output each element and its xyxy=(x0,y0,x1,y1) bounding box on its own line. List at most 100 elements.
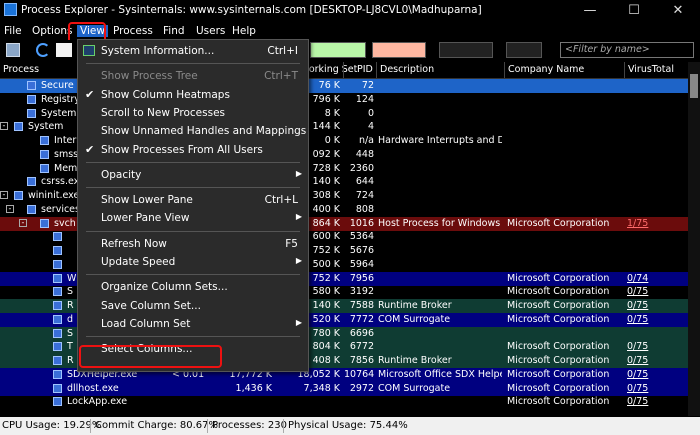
menu-item-show-lower-pane[interactable]: Show Lower Pane Ctrl+L xyxy=(78,191,308,209)
menu-help[interactable]: Help xyxy=(232,25,256,37)
menu-item-load-column-set[interactable]: Load Column Set ▶ xyxy=(78,315,308,333)
virustotal-cell[interactable]: 0/75 xyxy=(627,396,685,407)
menu-item-scroll-to-new-processes[interactable]: Scroll to New Processes xyxy=(78,104,308,122)
virustotal-cell[interactable]: 1/75 xyxy=(627,218,685,229)
process-icon xyxy=(53,314,62,324)
menu-item-update-speed[interactable]: Update Speed ▶ xyxy=(78,253,308,271)
menu-item-save-column-set[interactable]: Save Column Set... xyxy=(78,297,308,315)
menu-item-organize-column-sets[interactable]: Organize Column Sets... xyxy=(78,278,308,296)
menu-item-show-unnamed-handles-and-mappings[interactable]: Show Unnamed Handles and Mappings xyxy=(78,122,308,140)
pid-cell: 6696 xyxy=(349,327,374,339)
menu-item-label: Load Column Set xyxy=(101,317,191,330)
virustotal-cell[interactable]: 0/75 xyxy=(627,355,685,366)
virustotal-cell[interactable]: 0/75 xyxy=(627,341,685,352)
menu-separator xyxy=(86,187,300,189)
description-cell: Runtime Broker xyxy=(378,300,452,311)
menu-item-lower-pane-view[interactable]: Lower Pane View ▶ xyxy=(78,209,308,227)
io-graph[interactable] xyxy=(439,42,493,58)
pid-cell: 5364 xyxy=(349,231,374,243)
process-icon xyxy=(27,177,36,187)
virustotal-cell[interactable]: 0/75 xyxy=(627,286,685,297)
menu-item-label: Show Processes From All Users xyxy=(101,143,263,156)
process-icon xyxy=(40,149,49,159)
private-bytes-cell: 1,436 K xyxy=(235,382,272,394)
process-icon xyxy=(53,328,62,338)
system-information-icon xyxy=(83,45,95,56)
menu-item-shortcut: Ctrl+L xyxy=(264,194,298,207)
col-company-name[interactable]: Company Name xyxy=(508,64,584,75)
pid-cell: 1016 xyxy=(349,217,374,229)
status-processes: Processes: 230 xyxy=(212,420,287,431)
virustotal-cell[interactable]: 0/75 xyxy=(627,369,685,380)
process-name: R xyxy=(67,355,74,366)
process-row[interactable]: dllhost.exe 1,436 K 7,348 K 2972 COM Surroga… xyxy=(0,381,688,396)
menu-item-system-information[interactable]: System Information... Ctrl+I xyxy=(78,42,308,60)
virustotal-cell[interactable]: 0/74 xyxy=(627,273,685,284)
tree-expander-icon[interactable]: - xyxy=(0,122,8,131)
menu-item-label: System Information... xyxy=(101,45,215,57)
save-icon[interactable] xyxy=(6,43,20,57)
virustotal-cell[interactable]: 0/75 xyxy=(627,383,685,394)
filter-input[interactable]: <Filter by name> xyxy=(560,42,694,58)
process-icon xyxy=(14,122,23,132)
process-row[interactable]: LockApp.exe Microsoft Corporation 0/75 xyxy=(0,395,688,409)
menu-item-opacity[interactable]: Opacity ▶ xyxy=(78,166,308,184)
menu-item-show-process-tree[interactable]: Show Process Tree Ctrl+T xyxy=(78,67,308,85)
pid-cell: 7588 xyxy=(349,300,374,311)
process-icon xyxy=(40,136,49,145)
process-explorer-window: Process Explorer - Sysinternals: www.sys… xyxy=(0,0,700,435)
col-pid[interactable]: PID xyxy=(357,64,373,75)
tree-expander-icon[interactable]: - xyxy=(19,218,27,227)
cpu-graph[interactable] xyxy=(310,42,366,58)
menu-find[interactable]: Find xyxy=(163,25,185,37)
col-description[interactable]: Description xyxy=(380,64,434,75)
status-commit: Commit Charge: 80.67% xyxy=(95,420,219,431)
virustotal-cell[interactable]: 0/75 xyxy=(627,300,685,311)
checkmark-icon: ✔ xyxy=(85,87,95,101)
process-icon xyxy=(53,259,62,269)
commit-graph[interactable] xyxy=(372,42,426,58)
process-icon xyxy=(53,356,62,365)
col-process[interactable]: Process xyxy=(3,64,39,75)
process-name: R xyxy=(67,300,74,311)
tree-expander-icon[interactable]: - xyxy=(0,191,8,199)
refresh-icon[interactable] xyxy=(36,43,50,57)
process-icon xyxy=(27,108,36,118)
pid-cell: 3192 xyxy=(349,286,374,298)
company-cell: Microsoft Corporation xyxy=(507,217,610,229)
menu-options[interactable]: Options xyxy=(32,25,73,37)
menu-process[interactable]: Process xyxy=(113,25,153,37)
virustotal-cell[interactable]: 0/75 xyxy=(627,314,685,325)
pid-cell: 4 xyxy=(367,121,374,133)
maximize-button[interactable]: ☐ xyxy=(612,0,656,21)
col-virustotal[interactable]: VirusTotal xyxy=(628,64,674,75)
process-icon xyxy=(40,163,49,173)
menu-separator xyxy=(86,230,300,232)
vertical-scrollbar[interactable] xyxy=(688,62,700,416)
tree-expander-icon[interactable]: - xyxy=(6,204,14,213)
company-cell: Microsoft Corporation xyxy=(507,368,610,380)
scrollbar-thumb[interactable] xyxy=(690,74,698,98)
pid-cell: 5964 xyxy=(349,258,374,270)
menu-item-show-processes-from-all-users[interactable]: ✔ Show Processes From All Users xyxy=(78,141,308,159)
process-icon xyxy=(53,383,62,393)
close-button[interactable]: ✕ xyxy=(656,0,700,21)
pid-cell: 10764 xyxy=(344,368,374,380)
process-icon xyxy=(27,81,36,90)
description-cell: Hardware Interrupts and DPCs xyxy=(378,135,502,146)
process-icon xyxy=(53,232,62,242)
company-cell: Microsoft Corporation xyxy=(507,286,610,298)
company-cell: Microsoft Corporation xyxy=(507,300,610,311)
window-icon[interactable] xyxy=(56,43,72,57)
title-bar: Process Explorer - Sysinternals: www.sys… xyxy=(0,0,700,21)
menu-file[interactable]: File xyxy=(4,25,22,37)
pid-cell: 6772 xyxy=(349,341,374,353)
menu-item-refresh-now[interactable]: Refresh Now F5 xyxy=(78,235,308,253)
network-graph[interactable] xyxy=(506,42,542,58)
menu-users[interactable]: Users xyxy=(196,25,225,37)
menu-item-show-column-heatmaps[interactable]: ✔ Show Column Heatmaps xyxy=(78,86,308,104)
description-cell: COM Surrogate xyxy=(378,313,451,325)
minimize-button[interactable]: — xyxy=(568,0,612,21)
menu-item-label: Show Lower Pane xyxy=(101,194,193,207)
process-icon xyxy=(53,273,62,283)
